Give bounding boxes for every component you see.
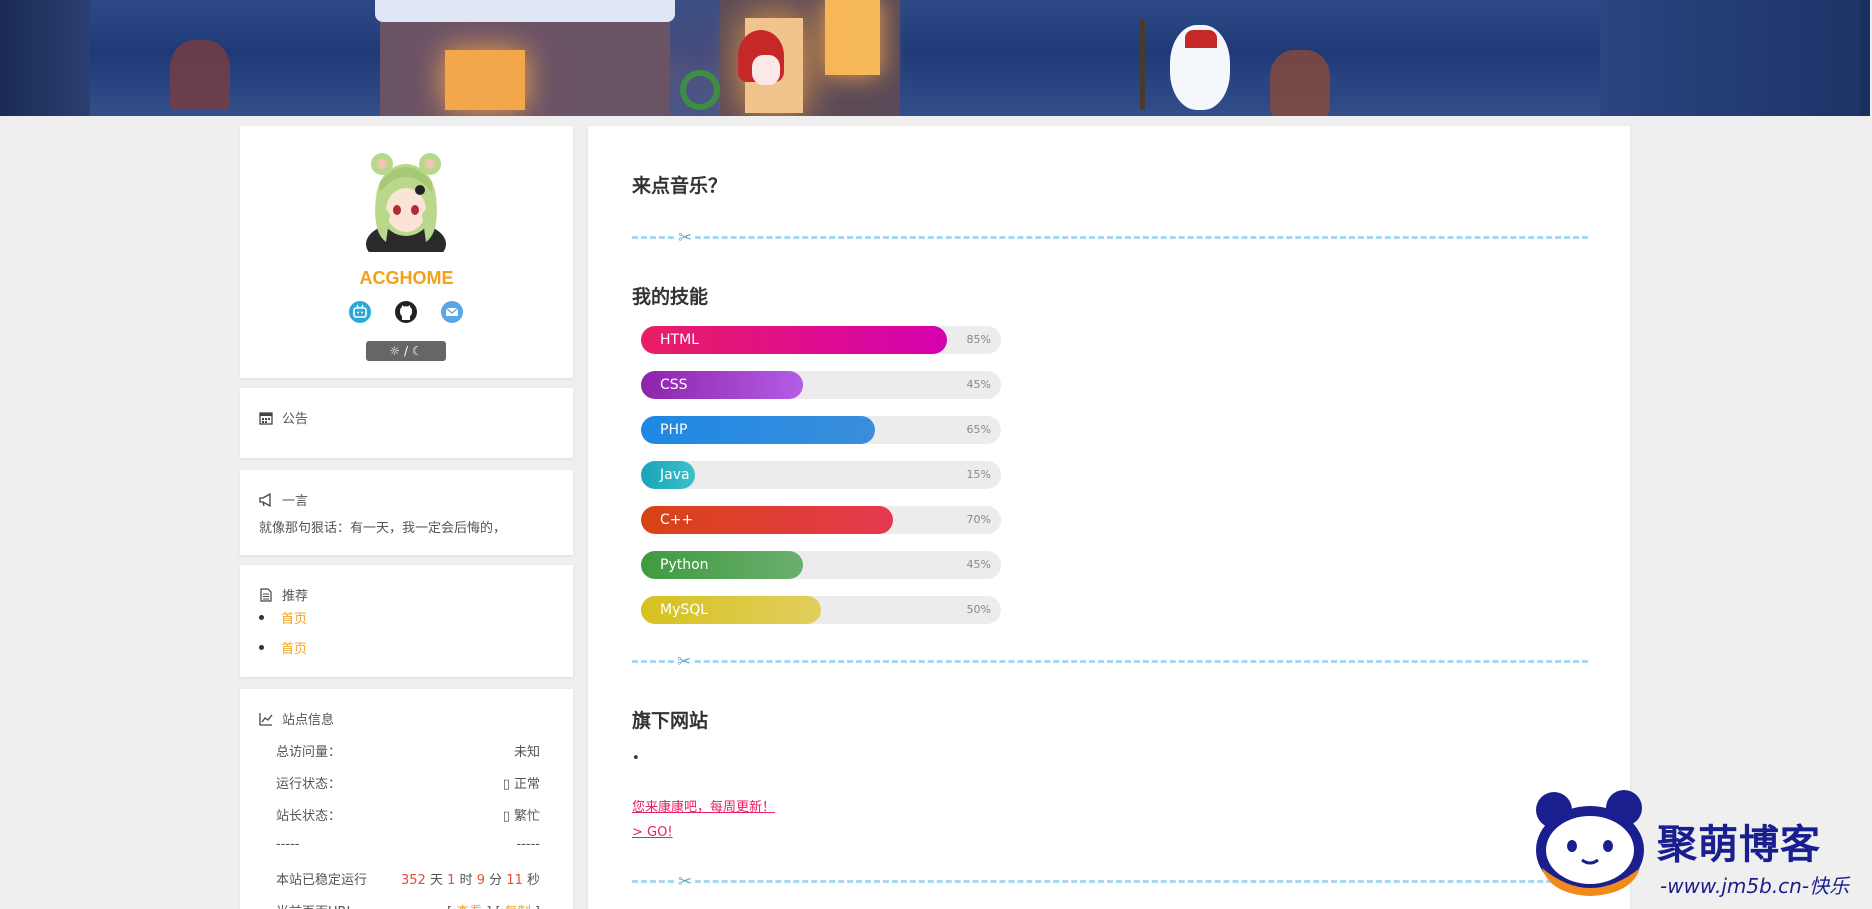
skill-name: CSS [660,377,688,393]
github-icon[interactable] [394,300,418,324]
skill-percent: 45% [966,558,991,571]
copy-url-link[interactable]: 复制 [505,905,531,909]
recommend-title-row: 推荐 [259,585,308,604]
announcement-card: 公告 [240,388,573,458]
skill-bar: MySQL 50% [641,596,1001,624]
avatar [366,153,446,252]
uptime-value: 352 天 1 时 9 分 11 秒 [401,873,540,888]
recommend-link[interactable]: 首页 [281,608,307,627]
section-divider [632,236,1588,239]
skill-name: Python [660,557,709,573]
announcement-title-row: 公告 [259,408,308,427]
skill-percent: 70% [966,513,991,526]
stat-row-visits: 总访问量： 未知 [276,741,540,760]
recommend-list: 首页 首页 [259,608,307,668]
panda-logo-icon [1536,790,1644,896]
list-item[interactable]: 首页 [259,608,307,627]
skill-bar: PHP 65% [641,416,1001,444]
stat-row-url: 当前页面URL [ 查看 ] [ 复制 ] [276,901,540,909]
skill-percent: 50% [966,603,991,616]
music-section-title: 来点音乐？ [632,176,728,197]
skills-section-title: 我的技能 [632,287,709,308]
section-divider [632,660,1588,663]
main-content-card: 来点音乐？ ✂ 我的技能 HTML 85% CSS 45% PHP 65% Java 15% C… [588,126,1630,909]
watermark-logo: 聚萌博客 -www.jm5b.cn-快乐 [1532,784,1862,906]
stat-row-uptime: 本站已稳定运行 352 天 1 时 9 分 11 秒 [276,869,540,888]
scissors-icon: ✂ [675,874,696,891]
site-info-card: 站点信息 总访问量： 未知 运行状态： ▯ 正常 站长状态： ▯ 繁忙 ----… [240,689,573,909]
skill-percent: 15% [966,468,991,481]
skill-name: C++ [660,512,694,528]
skill-name: Java [660,467,690,483]
go-link[interactable]: > GO! [632,825,673,840]
stat-row-owner: 站长状态： ▯ 繁忙 [276,805,540,824]
skill-percent: 85% [966,333,991,346]
recommend-card: 推荐 首页 首页 [240,565,573,677]
hitokoto-title-row: 一言 [259,490,308,509]
scissors-icon: ✂ [674,654,695,671]
document-icon [260,587,272,602]
site-name[interactable]: ACGHOME [240,268,573,289]
site-update-link[interactable]: 您来康康吧，每周更新！ [632,796,775,815]
skill-name: PHP [660,422,688,438]
hitokoto-card: 一言 就像那句狠话：有一天，我一定会后悔的， [240,470,573,555]
profile-card: ACGHOME ☼ / ☾ [240,126,573,378]
skill-bar: C++ 70% [641,506,1001,534]
calendar-icon [259,411,273,425]
uptime-label: 本站已稳定运行 [276,873,368,888]
watermark-url: -www.jm5b.cn-快乐 [1660,874,1850,898]
url-actions: [ 查看 ] [ 复制 ] [447,901,540,909]
recommend-title: 推荐 [282,589,309,604]
list-item[interactable]: 首页 [259,638,307,657]
site-info-title: 站点信息 [282,713,335,728]
skill-bar: Python 45% [641,551,1001,579]
skill-percent: 65% [966,423,991,436]
stat-row-separator: ----- ----- [276,837,540,852]
view-url-link[interactable]: 查看 [456,905,482,909]
scissors-icon: ✂ [675,230,696,247]
theme-toggle-button[interactable]: ☼ / ☾ [366,341,446,361]
stat-label: 运行状态： [276,777,342,792]
announcement-title: 公告 [282,412,309,427]
stat-value: ▯ 正常 [502,777,540,792]
skill-name: MySQL [660,602,709,618]
watermark-brand: 聚萌博客 [1657,822,1821,868]
stat-value: ----- [516,837,540,852]
skill-percent: 45% [966,378,991,391]
section-divider [632,880,1588,883]
url-label: 当前页面URL [276,901,354,909]
line-chart-icon [259,712,273,726]
skill-bar: HTML 85% [641,326,1001,354]
skill-bar: Java 15% [641,461,1001,489]
stat-value: 未知 [513,745,540,760]
header-banner [0,0,1870,116]
megaphone-icon [259,492,271,507]
site-info-title-row: 站点信息 [259,709,334,728]
sites-section-title: 旗下网站 [632,711,709,732]
hitokoto-title: 一言 [282,494,309,509]
mail-icon[interactable] [440,300,464,324]
hitokoto-text: 就像那句狠话：有一天，我一定会后悔的， [259,521,507,536]
bilibili-icon[interactable] [348,300,372,324]
stat-label: 站长状态： [276,809,342,824]
stat-label: 总访问量： [276,745,342,760]
stat-label: ----- [276,837,300,852]
recommend-link[interactable]: 首页 [281,638,307,657]
stat-value: ▯ 繁忙 [502,809,540,824]
sites-bullet: • [632,751,640,766]
skill-bar: CSS 45% [641,371,1001,399]
skill-name: HTML [660,332,699,348]
stat-row-status: 运行状态： ▯ 正常 [276,773,540,792]
